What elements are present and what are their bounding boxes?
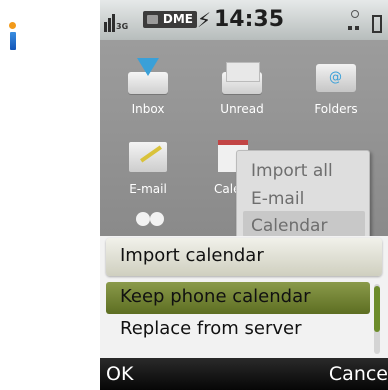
menu-item-unread[interactable]: Unread — [196, 58, 288, 116]
menu-item-label: Unread — [220, 102, 264, 116]
menu-item-email[interactable]: E-mail — [102, 138, 194, 196]
folders-icon: @ — [314, 58, 358, 94]
menu-item-folders[interactable]: @ Folders — [290, 58, 382, 116]
info-icon-bar — [10, 32, 16, 50]
menu-item-inbox[interactable]: Inbox — [102, 58, 194, 116]
dialog-title: Import calendar — [120, 245, 264, 266]
cancel-softkey[interactable]: Cance — [329, 363, 388, 385]
scrollbar[interactable] — [374, 284, 380, 354]
lightning-icon: ⚡ — [197, 8, 212, 32]
unread-icon — [220, 58, 264, 94]
email-compose-icon — [126, 138, 170, 174]
context-menu: Import all E-mail Calendar — [236, 150, 370, 248]
status-bar: 3G DME ⚡ 14:35 — [100, 0, 388, 40]
battery-icon — [372, 15, 382, 33]
import-calendar-dialog: Import calendar Keep phone calendar Repl… — [100, 236, 388, 358]
carrier-label: DME — [162, 12, 193, 26]
network-type: 3G — [116, 22, 129, 31]
menu-item-label: Folders — [314, 102, 358, 116]
dialog-title-bar: Import calendar — [106, 238, 382, 276]
option-label: Keep phone calendar — [120, 286, 311, 307]
sim-icon — [147, 15, 158, 24]
contacts-icon — [126, 192, 170, 228]
info-icon-dot — [9, 22, 16, 29]
option-replace-from-server[interactable]: Replace from server — [106, 314, 370, 346]
option-keep-phone-calendar[interactable]: Keep phone calendar — [106, 282, 370, 314]
ok-softkey[interactable]: OK — [106, 363, 133, 385]
menu-item-contacts[interactable] — [102, 192, 194, 228]
context-menu-item-import-all[interactable]: Import all — [251, 159, 333, 183]
scrollbar-thumb[interactable] — [374, 286, 380, 332]
menu-item-label: Inbox — [131, 102, 165, 116]
inbox-icon — [126, 58, 170, 94]
info-icon — [8, 22, 18, 50]
clock: 14:35 — [214, 7, 285, 32]
option-label: Replace from server — [120, 318, 302, 339]
phone-screen: 3G DME ⚡ 14:35 Inbox Unread @ Folders E-… — [100, 0, 388, 390]
network-globe-icon — [346, 10, 364, 32]
context-menu-item-calendar[interactable]: Calendar — [251, 214, 327, 238]
context-menu-item-email[interactable]: E-mail — [251, 187, 304, 211]
carrier-badge: DME — [143, 11, 197, 28]
softkey-bar: OK Cance — [100, 358, 388, 390]
